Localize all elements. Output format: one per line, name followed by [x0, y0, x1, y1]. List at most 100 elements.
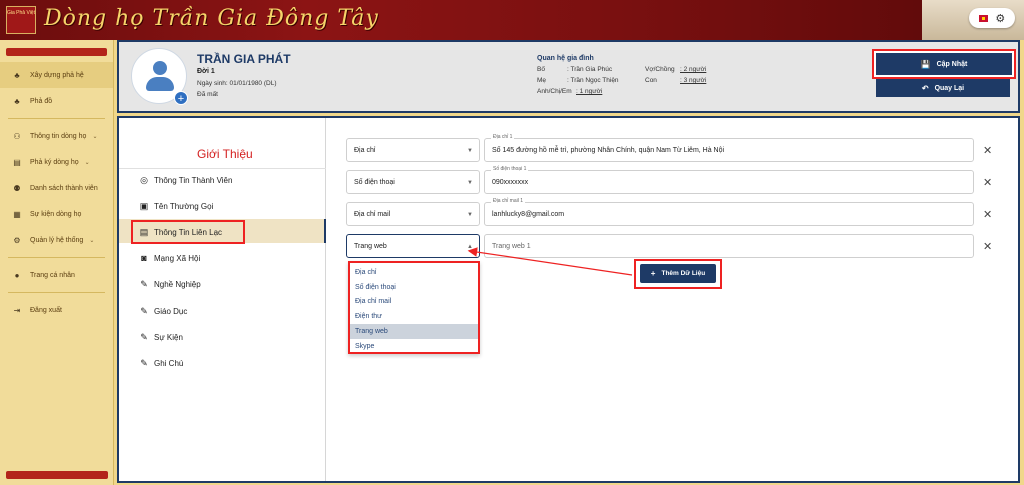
document-edit-icon: ✎ — [140, 305, 148, 316]
member-status: Đã mất — [197, 91, 218, 98]
chevron-down-icon: ▼ — [467, 148, 473, 154]
sidebar-item-label: Sự kiện dòng họ — [30, 210, 82, 218]
member-name: TRẦN GIA PHÁT — [197, 52, 291, 66]
children-label: Con — [645, 77, 657, 84]
select-value: Số điện thoại — [354, 178, 395, 186]
member-birth-date: Ngày sinh: 01/01/1980 (DL) — [197, 80, 277, 87]
logo-text: Gia Phả Việt — [7, 10, 35, 16]
add-data-button[interactable]: + Thêm Dữ Liệu — [640, 264, 716, 283]
id-card-icon: ▣ — [139, 200, 149, 211]
menu-events[interactable]: ✎ Sự Kiện — [139, 332, 183, 342]
sidebar-item-label: Đăng xuất — [30, 306, 62, 314]
contact-value-input[interactable]: Địa chỉ 1 Số 145 đường hồ mễ trì, phường… — [484, 134, 974, 162]
menu-item-label: Sự Kiện — [154, 332, 183, 342]
vietnam-flag-icon[interactable] — [978, 14, 988, 22]
dropdown-option[interactable]: Skype — [350, 339, 478, 354]
children-link[interactable]: : 3 người — [680, 77, 706, 84]
contact-value-input[interactable]: Trang web 1 — [484, 234, 974, 258]
sidebar-item-build-tree[interactable]: ♣ Xây dựng phả hệ — [0, 62, 113, 88]
menu-item-label: Giáo Dục — [154, 306, 188, 316]
spouse-label: Vợ/Chồng — [645, 66, 675, 73]
select-value: Trang web — [354, 242, 387, 250]
contact-value-input[interactable]: Số điện thoại 1 090xxxxxxx — [484, 166, 974, 194]
contact-type-select[interactable]: Địa chỉ ▼ — [346, 138, 480, 162]
back-button[interactable]: ↶ Quay Lại — [876, 79, 1010, 97]
gear-icon: ⚙ — [13, 235, 21, 245]
menu-member-info[interactable]: ◎ Thông Tin Thành Viên — [139, 175, 232, 185]
chevron-down-icon: ⌄ — [92, 133, 98, 140]
contact-type-select-open[interactable]: Trang web ▲ — [346, 234, 480, 258]
menu-item-label: Thông Tin Thành Viên — [154, 175, 233, 185]
user-circle-icon: ◎ — [140, 174, 148, 185]
spouse-link[interactable]: : 2 người — [680, 66, 706, 73]
sidebar-item-label: Quản lý hệ thống — [30, 236, 84, 244]
sidebar-item-label: Trang cá nhân — [30, 271, 75, 279]
sidebar-item-events[interactable]: ▦ Sự kiện dòng họ — [0, 201, 113, 227]
contact-type-select[interactable]: Địa chỉ mail ▼ — [346, 202, 480, 226]
menu-item-label: Mạng Xã Hội — [154, 253, 201, 263]
sidebar-item-family-record[interactable]: ▤ Phả ký dòng họ ⌄ — [0, 149, 113, 175]
sidebar-item-logout[interactable]: ⇥ Đăng xuất — [0, 297, 113, 323]
contact-type-dropdown: Địa chỉ Số điện thoại Địa chỉ mail Điện … — [348, 261, 480, 354]
chevron-down-icon: ▼ — [467, 180, 473, 186]
sidebar-item-label: Phả đồ — [30, 97, 53, 105]
instagram-icon: ◙ — [141, 253, 147, 263]
menu-career[interactable]: ✎ Nghề Nghiệp — [139, 279, 200, 289]
menu-nickname[interactable]: ▣ Tên Thường Gọi — [139, 200, 214, 211]
input-value: Số 145 đường hồ mễ trì, phường Nhân Chín… — [492, 146, 725, 154]
dropdown-option[interactable]: Địa chỉ — [350, 265, 478, 280]
back-button-label: Quay Lại — [934, 84, 965, 92]
logout-icon: ⇥ — [13, 305, 21, 315]
dropdown-list: Địa chỉ Số điện thoại Địa chỉ mail Điện … — [350, 263, 478, 354]
people-icon: ⚇ — [13, 131, 21, 141]
siblings-link[interactable]: : 1 người — [576, 88, 602, 95]
tree-icon: ♣ — [14, 96, 20, 106]
add-data-label: Thêm Dữ Liệu — [661, 270, 706, 277]
sidebar-item-family-chart[interactable]: ♣ Phả đồ — [0, 88, 113, 114]
sidebar-divider — [8, 257, 105, 258]
family-logo[interactable]: Gia Phả Việt — [6, 6, 36, 34]
remove-row-button[interactable]: ✕ — [983, 176, 992, 189]
sidebar-item-system[interactable]: ⚙ Quản lý hệ thống ⌄ — [0, 227, 113, 253]
save-icon: 💾 — [920, 59, 931, 69]
sidebar-item-members[interactable]: ⚉ Danh sách thành viên — [0, 175, 113, 201]
gear-icon[interactable]: ⚙ — [995, 12, 1005, 25]
document-edit-icon: ✎ — [140, 331, 148, 342]
tree-icon: ♣ — [14, 70, 20, 80]
menu-notes[interactable]: ✎ Ghi Chú — [139, 358, 183, 368]
avatar-head-shape — [153, 61, 167, 75]
father-label: Bố — [537, 66, 545, 73]
dropdown-option[interactable]: Số điện thoại — [350, 280, 478, 295]
update-button[interactable]: 💾 Cập Nhật — [876, 53, 1012, 75]
siblings-label: Anh/Chị/Em — [537, 88, 572, 95]
remove-row-button[interactable]: ✕ — [983, 208, 992, 221]
sidebar-footer — [6, 471, 108, 479]
father-value: : Trần Gia Phúc — [567, 66, 613, 73]
dropdown-option-selected[interactable]: Trang web — [350, 324, 478, 339]
update-button-label: Cập Nhật — [936, 60, 968, 68]
contact-value-input[interactable]: Địa chỉ mail 1 lanhlucky8@gmail.com — [484, 198, 974, 226]
avatar[interactable]: + — [131, 48, 188, 105]
intro-title: Giới Thiệu — [197, 147, 253, 161]
sidebar-item-family-info[interactable]: ⚇ Thông tin dòng họ ⌄ — [0, 123, 113, 149]
intro-divider — [119, 168, 326, 169]
chevron-down-icon: ⌄ — [89, 237, 95, 244]
chevron-up-icon: ▲ — [467, 244, 473, 250]
remove-row-button[interactable]: ✕ — [983, 144, 992, 157]
contact-type-select[interactable]: Số điện thoại ▼ — [346, 170, 480, 194]
sidebar-item-profile[interactable]: ● Trang cá nhân — [0, 262, 113, 288]
chevron-down-icon: ⌄ — [84, 159, 90, 166]
select-value: Địa chỉ — [354, 146, 376, 154]
menu-education[interactable]: ✎ Giáo Dục — [139, 306, 187, 316]
dropdown-option[interactable]: Điện thư — [350, 309, 478, 324]
add-photo-icon[interactable]: + — [174, 91, 188, 105]
sidebar-item-label: Phả ký dòng họ — [30, 158, 79, 166]
document-edit-icon: ✎ — [140, 357, 148, 368]
dropdown-option[interactable]: Địa chỉ mail — [350, 295, 478, 310]
contact-info-callout — [131, 220, 245, 244]
input-placeholder: Trang web 1 — [492, 242, 531, 250]
menu-social[interactable]: ◙ Mạng Xã Hội — [139, 253, 200, 263]
remove-row-button[interactable]: ✕ — [983, 240, 992, 253]
intro-panel: Giới Thiệu ◎ Thông Tin Thành Viên ▣ Tên … — [119, 118, 326, 481]
input-value: 090xxxxxxx — [492, 178, 529, 186]
